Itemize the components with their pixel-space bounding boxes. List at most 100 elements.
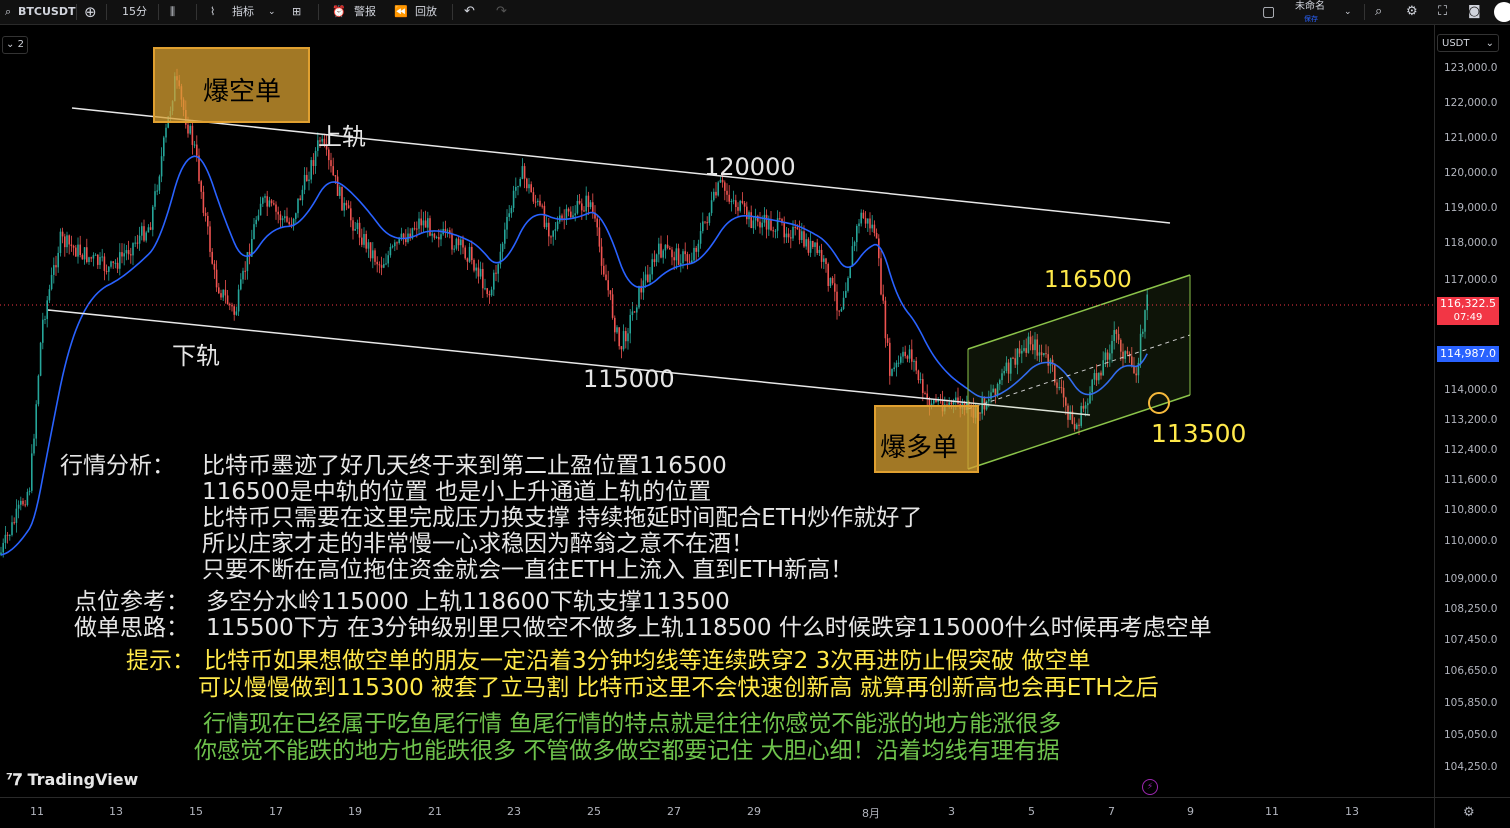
long-liquidation-box[interactable]: 爆多单 [874,405,979,473]
alerts-button[interactable]: 警报 [354,0,376,24]
candle-body [519,178,521,187]
candles-icon[interactable]: ⫼ [170,0,175,24]
candle-body [42,319,44,343]
undo-icon[interactable]: ↶ [464,0,475,24]
candle-body [673,257,675,261]
last-price-value: 116,322.5 [1440,297,1496,310]
candle-body [356,222,359,230]
candle-body [165,127,167,138]
indicators-button[interactable]: 指标 [232,0,254,24]
candle-body [310,160,312,180]
time-tick: 23 [507,805,521,818]
candle-body [156,190,158,192]
settings-gear-icon[interactable]: ⚙ [1406,0,1418,24]
candle-body [77,244,79,257]
tradingview-logo[interactable]: ⁷𝟕 TradingView [6,770,138,790]
candle-body [904,351,906,357]
redo-icon[interactable]: ↷ [496,0,507,24]
chevron-down-icon[interactable]: ⌄ [268,0,276,24]
short-liquidation-box[interactable]: 爆空单 [153,47,310,123]
candle-body [72,246,75,248]
publish-button[interactable] [1494,2,1510,22]
candle-body [378,264,381,266]
price-tick: 107,450.0 [1444,634,1498,646]
candle-body [831,277,834,284]
interval-button[interactable]: 15分 [122,0,147,24]
layout-square-icon[interactable]: ▢ [1262,0,1275,24]
candle-body [598,227,601,247]
quick-search-icon[interactable]: ⌕ [1375,0,1382,24]
candle-body [79,244,81,256]
candle-body [479,268,482,277]
candle-body [94,254,97,256]
price-tick: 110,800.0 [1444,504,1498,516]
candle-body [526,178,528,189]
templates-icon[interactable]: ⊞ [292,0,301,24]
candle-body [299,198,301,201]
candle-body [380,265,383,268]
candle-body [50,274,53,290]
candle-body [765,214,768,230]
candle-body [471,246,473,261]
lightning-icon[interactable]: ⚡ [1142,779,1158,795]
time-tick: 27 [667,805,681,818]
candle-body [506,216,508,230]
candle-body [543,205,546,228]
candle-body [488,293,491,296]
currency-select[interactable]: USDT ⌄ [1437,34,1499,52]
chevron-down-icon[interactable]: ⌄ [1344,0,1352,24]
candle-body [211,251,213,264]
legend-collapse-button[interactable]: ⌄ 2 [2,36,28,54]
candle-body [420,218,422,226]
candle-body [103,256,106,271]
candle-body [17,504,20,509]
candle-body [273,203,275,205]
candle-body [829,277,832,286]
candle-body [906,356,909,359]
candle-body [152,206,154,230]
time-tick: 17 [269,805,283,818]
time-tick: 3 [948,805,955,818]
candle-body [281,218,284,221]
candle-body [528,184,530,189]
symbol-button[interactable]: BTCUSDT [18,0,75,24]
plus-circle-icon[interactable]: ⊕ [84,0,97,24]
candle-body [493,272,495,290]
candle-body [237,289,240,312]
candle-body [737,207,739,211]
fullscreen-icon[interactable]: ⛶ [1438,0,1447,24]
candle-body [708,213,711,223]
price-tick: 123,000.0 [1444,62,1498,74]
candle-body [587,195,590,208]
candle-body [116,262,119,269]
replay-button[interactable]: 回放 [415,0,437,24]
candle-body [132,243,134,256]
settings-gear-icon[interactable]: ⚙ [1463,805,1475,820]
candle-body [823,258,825,262]
candle-body [37,375,40,405]
search-icon[interactable]: ⌕ [5,0,11,24]
candle-body [693,247,695,261]
candle-body [682,251,684,264]
candle-body [81,255,84,260]
candle-body [512,190,515,209]
candle-body [504,229,506,244]
candle-body [345,202,348,206]
candle-body [521,166,524,179]
candle-body [262,197,264,204]
candle-body [724,182,726,191]
candle-body [28,490,31,492]
candle-body [636,307,638,313]
price-tick: 104,250.0 [1444,761,1498,773]
candle-body [226,295,229,305]
candle-body [801,231,803,240]
candle-body [105,270,108,272]
chart-canvas[interactable] [0,25,1510,828]
candle-body [475,267,477,271]
candle-body [55,265,57,268]
candle-body [468,246,471,262]
candle-body [915,360,917,371]
toolbar-divider [196,4,197,20]
candle-body [779,218,781,220]
camera-icon[interactable]: ◙ [1468,0,1481,24]
